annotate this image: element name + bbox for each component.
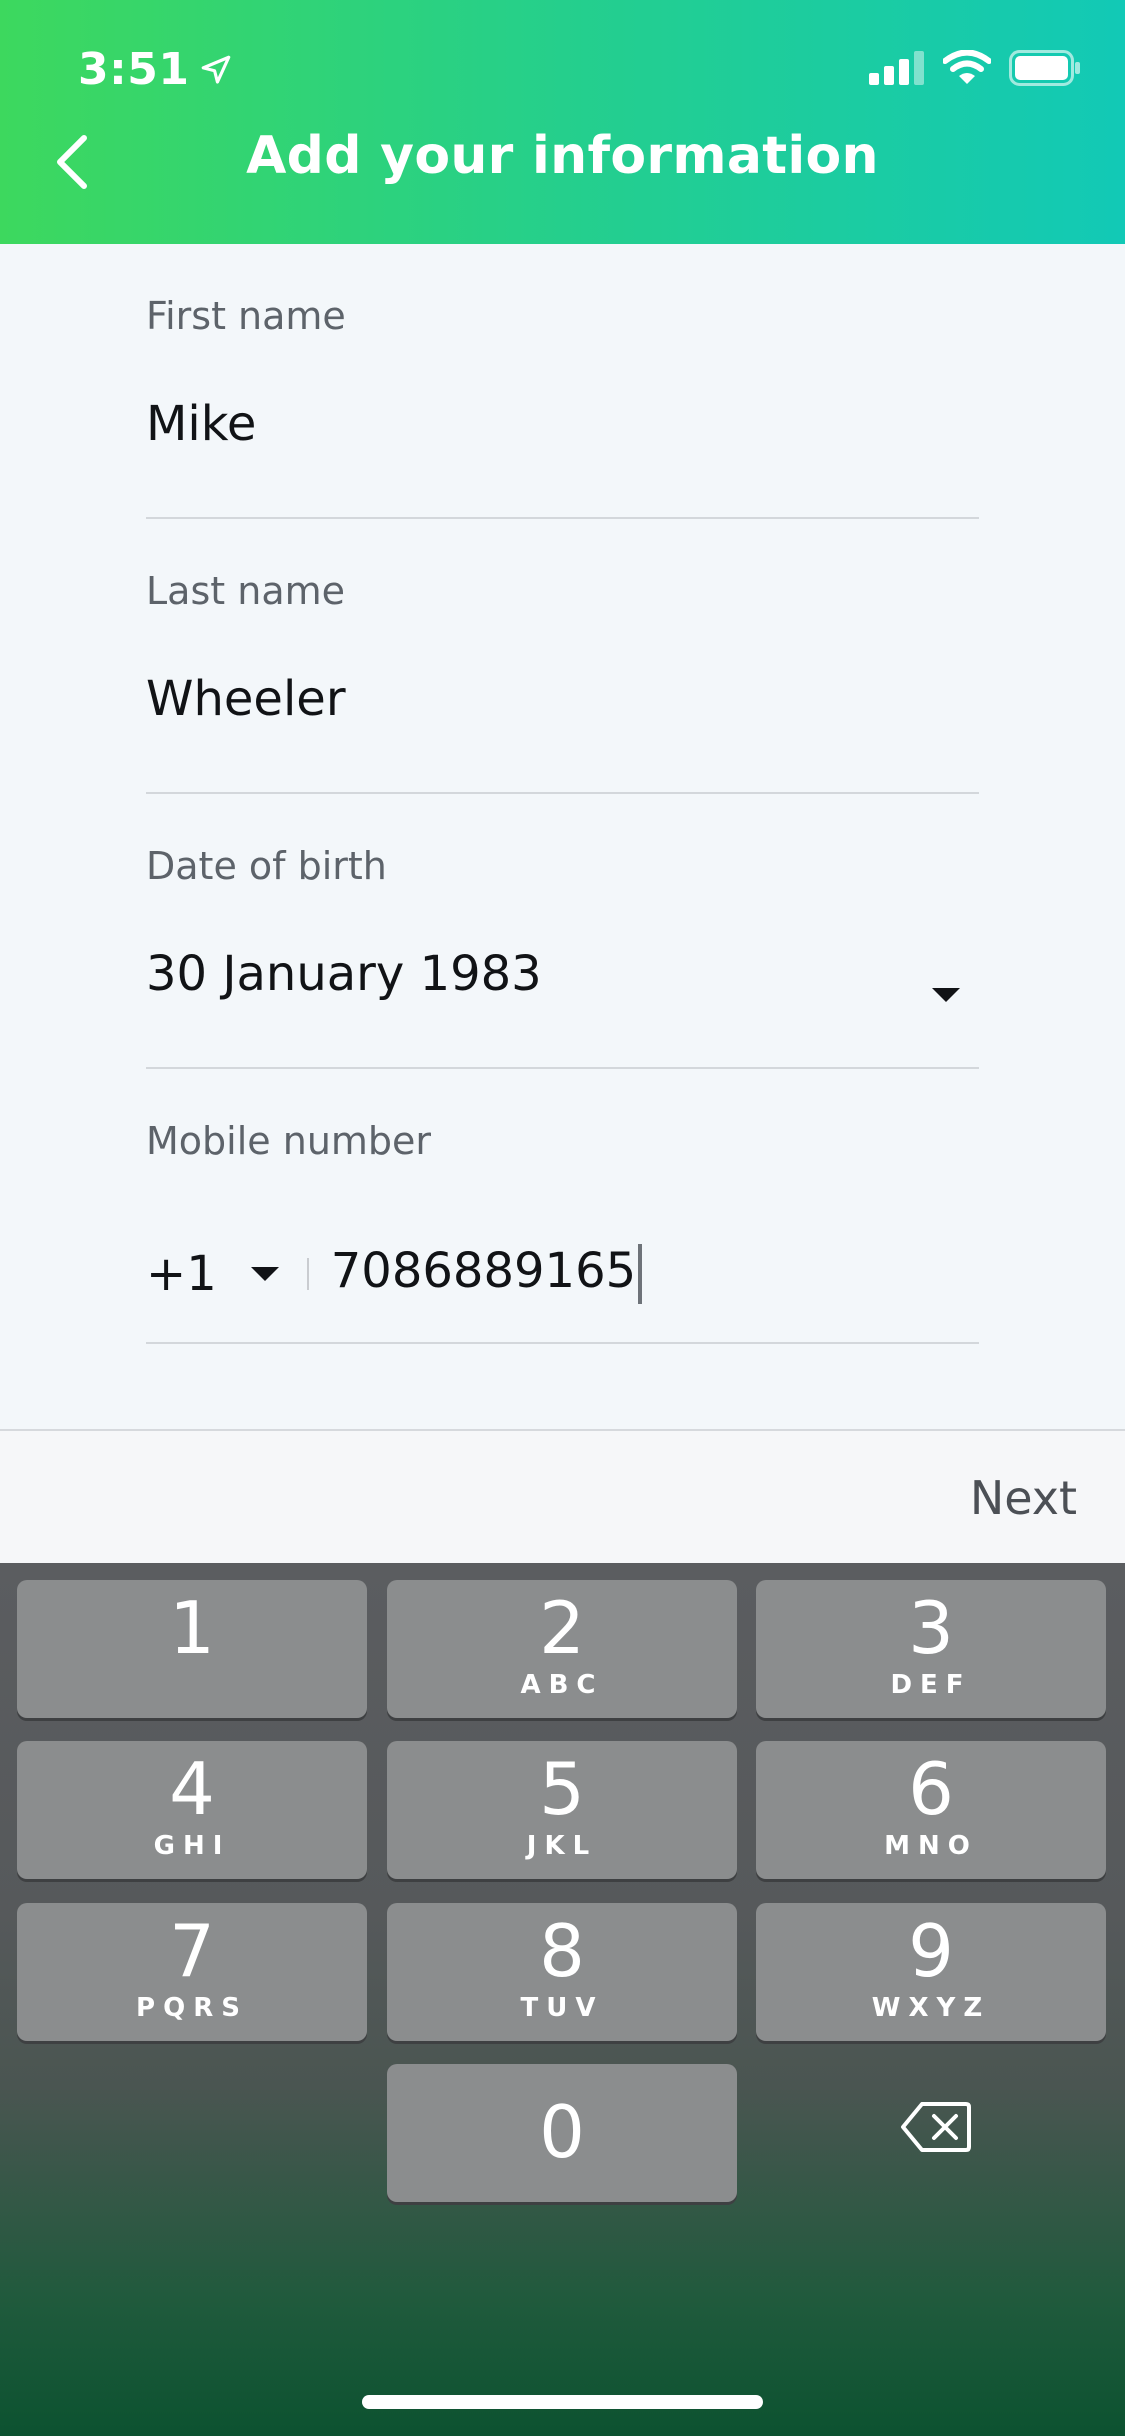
key-digit: 2 <box>539 1586 585 1670</box>
key-digit: 3 <box>908 1586 954 1670</box>
key-digit: 0 <box>539 2090 585 2174</box>
first-name-field[interactable]: First name Mike <box>146 244 979 519</box>
last-name-field[interactable]: Last name Wheeler <box>146 519 979 794</box>
status-time-text: 3:51 <box>78 44 190 95</box>
key-letters: JKL <box>526 1831 598 1861</box>
location-arrow-icon <box>202 55 231 84</box>
key-digit: 4 <box>169 1747 215 1831</box>
key-8[interactable]: 8 TUV <box>387 1903 737 2041</box>
key-letters: GHI <box>153 1831 231 1861</box>
key-letters: PQRS <box>136 1993 248 2023</box>
page-title: Add your information <box>246 126 879 186</box>
key-digit: 1 <box>169 1586 215 1670</box>
key-7[interactable]: 7 PQRS <box>17 1903 367 2041</box>
delete-button[interactable] <box>900 2101 972 2153</box>
country-code-dropdown-icon[interactable] <box>250 1267 279 1281</box>
key-letters: WXYZ <box>871 1993 991 2023</box>
last-name-label: Last name <box>146 569 345 613</box>
key-digit: 7 <box>169 1909 215 1993</box>
key-9[interactable]: 9 WXYZ <box>756 1903 1106 2041</box>
first-name-input[interactable]: Mike <box>146 400 256 448</box>
last-name-input[interactable]: Wheeler <box>146 675 346 723</box>
first-name-label: First name <box>146 294 346 338</box>
add-information-screen: 3:51 Add your information First name Mik… <box>0 0 1125 2436</box>
backspace-icon <box>901 2102 971 2152</box>
dob-dropdown-button[interactable] <box>932 988 960 1002</box>
battery-icon <box>1009 50 1080 86</box>
key-4[interactable]: 4 GHI <box>17 1741 367 1879</box>
status-time: 3:51 <box>78 44 233 95</box>
country-code-select[interactable]: +1 <box>146 1250 217 1298</box>
mobile-number-input[interactable]: 7086889165 <box>330 1243 643 1304</box>
header: 3:51 Add your information <box>0 0 1125 244</box>
mobile-number-row: +1 7086889165 <box>146 1243 643 1304</box>
mobile-number-label: Mobile number <box>146 1119 432 1163</box>
key-letters: DEF <box>890 1670 972 1700</box>
home-indicator[interactable] <box>362 2395 763 2409</box>
key-digit: 5 <box>539 1747 585 1831</box>
date-of-birth-label: Date of birth <box>146 844 387 888</box>
status-icons <box>869 50 1081 86</box>
next-button[interactable]: Next <box>970 1471 1077 1525</box>
key-letters: MNO <box>884 1831 978 1861</box>
key-6[interactable]: 6 MNO <box>756 1741 1106 1879</box>
key-5[interactable]: 5 JKL <box>387 1741 737 1879</box>
date-of-birth-select[interactable]: 30 January 1983 <box>146 950 542 998</box>
chevron-down-icon <box>932 988 960 1002</box>
key-digit: 9 <box>908 1909 954 1993</box>
date-of-birth-field[interactable]: Date of birth 30 January 1983 <box>146 794 979 1069</box>
key-letters: ABC <box>520 1670 604 1700</box>
keyboard-accessory-bar: Next <box>0 1429 1125 1564</box>
information-form: First name Mike Last name Wheeler Date o… <box>146 244 979 1344</box>
key-digit: 6 <box>908 1747 954 1831</box>
key-3[interactable]: 3 DEF <box>756 1580 1106 1718</box>
wifi-icon <box>943 50 991 84</box>
key-0[interactable]: 0 <box>387 2064 737 2202</box>
text-cursor <box>638 1244 643 1304</box>
mobile-number-value: 7086889165 <box>330 1243 637 1299</box>
key-digit: 8 <box>539 1909 585 1993</box>
key-2[interactable]: 2 ABC <box>387 1580 737 1718</box>
phone-divider <box>306 1258 309 1290</box>
key-1[interactable]: 1 <box>17 1580 367 1718</box>
key-letters: TUV <box>520 1993 604 2023</box>
cellular-signal-icon <box>869 51 924 85</box>
